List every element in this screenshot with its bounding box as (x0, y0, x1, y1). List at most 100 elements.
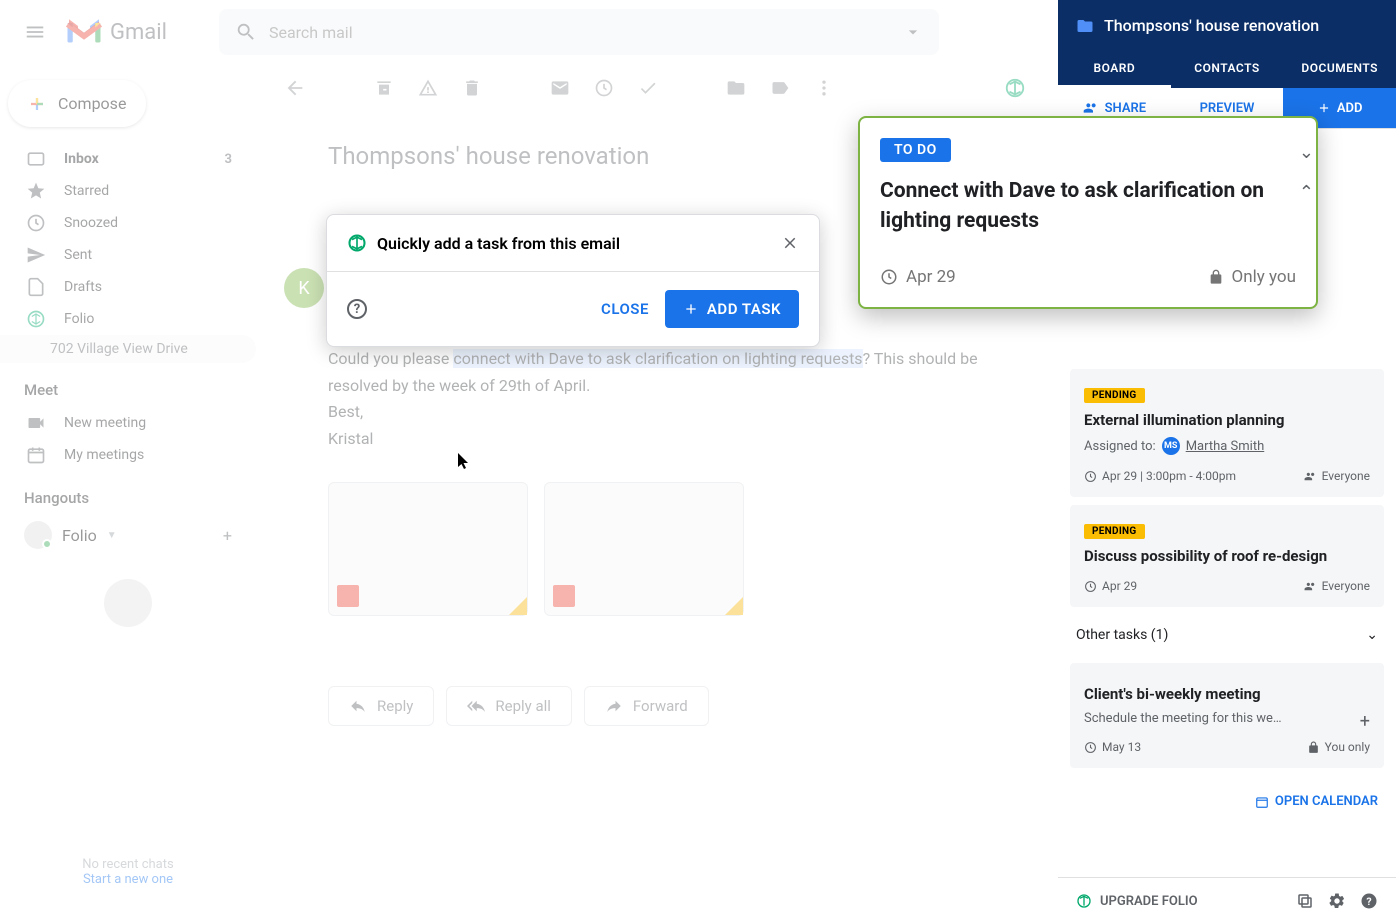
hangouts-section-label: Hangouts (0, 471, 256, 515)
meet-section-label: Meet (0, 363, 256, 407)
nav-my-meetings[interactable]: My meetings (0, 439, 256, 471)
hangouts-add-icon[interactable]: + (223, 526, 232, 545)
assignee-avatar: MS (1162, 437, 1180, 455)
folio-bottom-icon (1076, 893, 1092, 909)
popup-add-task-button[interactable]: ADD TASK (665, 290, 799, 328)
reply-all-button[interactable]: Reply all (446, 686, 572, 726)
task-title: Client's bi-weekly meeting (1084, 685, 1370, 703)
folder-icon (1076, 17, 1094, 35)
reply-button[interactable]: Reply (328, 686, 434, 726)
task-icon[interactable] (638, 78, 658, 98)
plus-icon (683, 301, 699, 317)
calendar-icon (1255, 795, 1269, 809)
task-date: Apr 29 | 3:00pm - 4:00pm (1084, 469, 1236, 483)
other-tasks-row[interactable]: Other tasks (1) ⌄ (1058, 615, 1396, 655)
more-icon[interactable] (814, 78, 834, 98)
moveto-icon[interactable] (726, 78, 746, 98)
lock-icon (1208, 269, 1224, 285)
cursor-icon (458, 453, 472, 471)
pending-badge: PENDING (1084, 388, 1145, 403)
highlighted-text[interactable]: connect with Dave to ask clarification o… (453, 349, 862, 368)
nav-snoozed[interactable]: Snoozed (0, 207, 256, 239)
folio-popup-icon (347, 233, 367, 253)
reply-all-icon (467, 697, 485, 715)
archive-icon[interactable] (374, 78, 394, 98)
trash-icon[interactable] (462, 78, 482, 98)
copy-icon[interactable] (1296, 892, 1314, 910)
snooze-icon[interactable] (594, 78, 614, 98)
share-icon (1083, 100, 1099, 116)
task-date: Apr 29 (880, 267, 956, 287)
panel-header: Thompsons' house renovation (1058, 0, 1396, 51)
people-icon (1304, 470, 1317, 483)
task-card-other[interactable]: Client's bi-weekly meeting Schedule the … (1070, 663, 1384, 768)
video-icon (26, 413, 46, 433)
nav-sent[interactable]: Sent (0, 239, 256, 271)
search-bar[interactable] (219, 9, 939, 55)
upgrade-folio-button[interactable]: UPGRADE FOLIO (1100, 894, 1198, 909)
back-icon[interactable] (284, 77, 306, 99)
chevron-down-icon: ⌄ (1366, 627, 1378, 643)
settings-icon[interactable] (1328, 892, 1346, 910)
nav-starred[interactable]: Starred (0, 175, 256, 207)
inbox-icon (26, 149, 46, 169)
start-new-chat[interactable]: Start a new one (0, 872, 256, 887)
search-input[interactable] (269, 23, 903, 42)
hangouts-user[interactable]: Folio ▼ + (0, 515, 256, 555)
unread-icon[interactable] (550, 78, 570, 98)
nav-new-meeting[interactable]: New meeting (0, 407, 256, 439)
forward-button[interactable]: Forward (584, 686, 709, 726)
task-assignee: Assigned to: MS Martha Smith (1084, 437, 1370, 455)
spam-icon[interactable] (418, 78, 438, 98)
nav-folio[interactable]: Folio (0, 303, 256, 335)
open-calendar-button[interactable]: OPEN CALENDAR (1058, 776, 1396, 827)
image-badge-icon (337, 585, 359, 607)
compose-button[interactable]: Compose (8, 80, 146, 127)
reply-icon (349, 697, 367, 715)
popup-help-icon[interactable]: ? (347, 299, 367, 319)
image-badge-icon (553, 585, 575, 607)
clock-icon (26, 213, 46, 233)
task-card-2[interactable]: PENDING Discuss possibility of roof re-d… (1070, 505, 1384, 607)
hangouts-avatar (24, 521, 52, 549)
nav-folio-project[interactable]: 702 Village View Drive (0, 335, 256, 363)
label-icon[interactable] (770, 78, 790, 98)
task-privacy: Everyone (1304, 469, 1370, 483)
expand-plus-icon[interactable]: + (1360, 711, 1370, 732)
task-subtitle: Schedule the meeting for this we… + (1084, 711, 1370, 726)
task-privacy: You only (1307, 740, 1370, 754)
task-title: Discuss possibility of roof re-design (1084, 547, 1370, 565)
expand-icon[interactable]: ⌃ (1299, 182, 1314, 203)
clock-icon (1084, 470, 1097, 483)
lock-icon (1307, 741, 1320, 754)
new-task-card[interactable]: TO DO ⌄ ⌃ Connect with Dave to ask clari… (858, 116, 1318, 309)
popup-close-icon[interactable] (781, 234, 799, 252)
search-dropdown-icon[interactable] (903, 22, 923, 42)
popup-close-button[interactable]: CLOSE (601, 300, 649, 318)
collapse-icon[interactable]: ⌄ (1299, 142, 1314, 163)
menu-button[interactable] (16, 13, 54, 51)
tab-contacts[interactable]: CONTACTS (1171, 51, 1284, 88)
tab-board[interactable]: BOARD (1058, 51, 1171, 88)
task-card-1[interactable]: PENDING External illumination planning A… (1070, 369, 1384, 497)
no-chats-text: No recent chats Start a new one (0, 857, 256, 887)
task-title: Connect with Dave to ask clarification o… (880, 176, 1296, 237)
folio-toolbar-icon[interactable] (1004, 77, 1026, 99)
pending-badge: PENDING (1084, 524, 1145, 539)
nav-drafts[interactable]: Drafts (0, 271, 256, 303)
clock-icon (880, 268, 898, 286)
clock-icon (1084, 580, 1097, 593)
todo-badge: TO DO (880, 138, 951, 162)
tab-documents[interactable]: DOCUMENTS (1283, 51, 1396, 88)
svg-text:?: ? (1366, 895, 1371, 908)
email-toolbar (256, 64, 1058, 112)
gmail-logo[interactable]: Gmail (66, 18, 167, 46)
folio-panel: Thompsons' house renovation BOARD CONTAC… (1058, 0, 1396, 924)
clock-icon (1084, 741, 1097, 754)
attachment-1[interactable] (328, 482, 528, 616)
plus-icon (1317, 101, 1331, 115)
nav-inbox[interactable]: Inbox 3 (0, 143, 256, 175)
attachment-2[interactable] (544, 482, 744, 616)
help-bottom-icon[interactable]: ? (1360, 892, 1378, 910)
compose-label: Compose (58, 94, 126, 113)
